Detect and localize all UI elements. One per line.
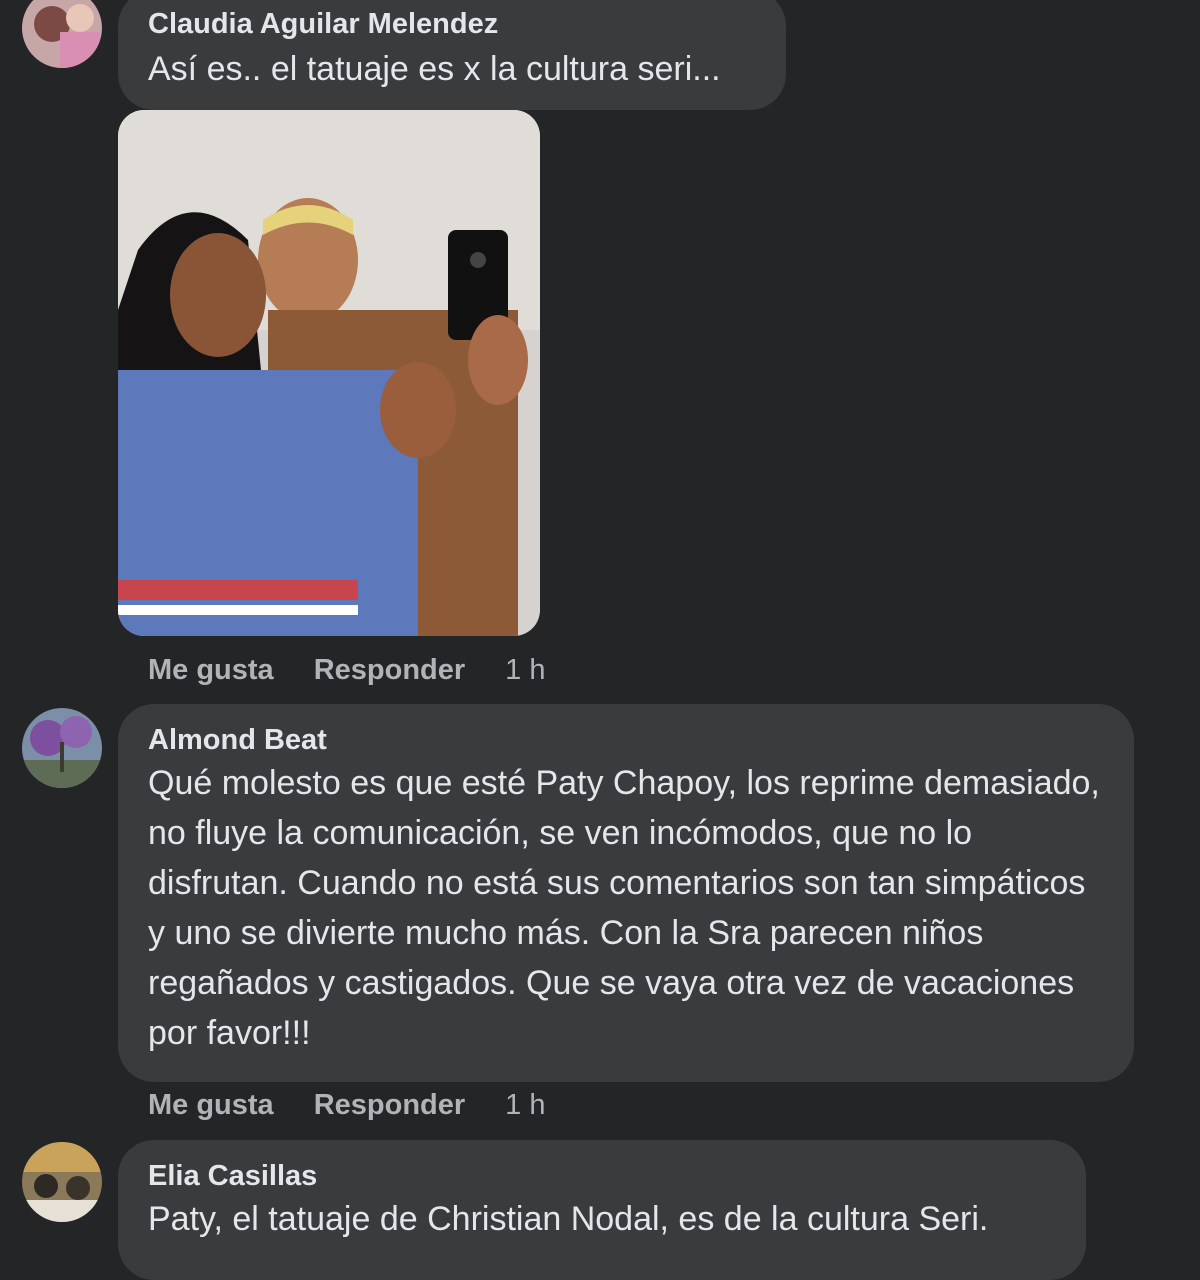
comment-author[interactable]: Claudia Aguilar Melendez [148,6,756,42]
timestamp[interactable]: 1 h [505,1089,545,1122]
avatar[interactable] [22,0,102,68]
comment-photo[interactable] [118,110,540,636]
comment-bubble: Elia Casillas Paty, el tatuaje de Christ… [118,1140,1086,1280]
comment-text: Paty, el tatuaje de Christian Nodal, es … [148,1200,989,1238]
comment-bubble: Claudia Aguilar Melendez Así es.. el tat… [118,0,786,110]
reply-button[interactable]: Responder [314,654,465,687]
comment-text: Así es.. el tatuaje es x la cultura seri… [148,50,721,88]
avatar[interactable] [22,1142,102,1222]
reply-button[interactable]: Responder [314,1089,465,1122]
comment-bubble: Almond Beat Qué molesto es que esté Paty… [118,704,1134,1082]
avatar[interactable] [22,708,102,788]
comment-author[interactable]: Elia Casillas [148,1158,1056,1194]
timestamp[interactable]: 1 h [505,654,545,687]
like-button[interactable]: Me gusta [148,1089,274,1122]
comment-author[interactable]: Almond Beat [148,722,1104,758]
comment-actions: Me gusta Responder 1 h [148,654,546,687]
like-button[interactable]: Me gusta [148,654,274,687]
comment-actions: Me gusta Responder 1 h [148,1089,546,1122]
comment-text: Qué molesto es que esté Paty Chapoy, los… [148,764,1100,1052]
